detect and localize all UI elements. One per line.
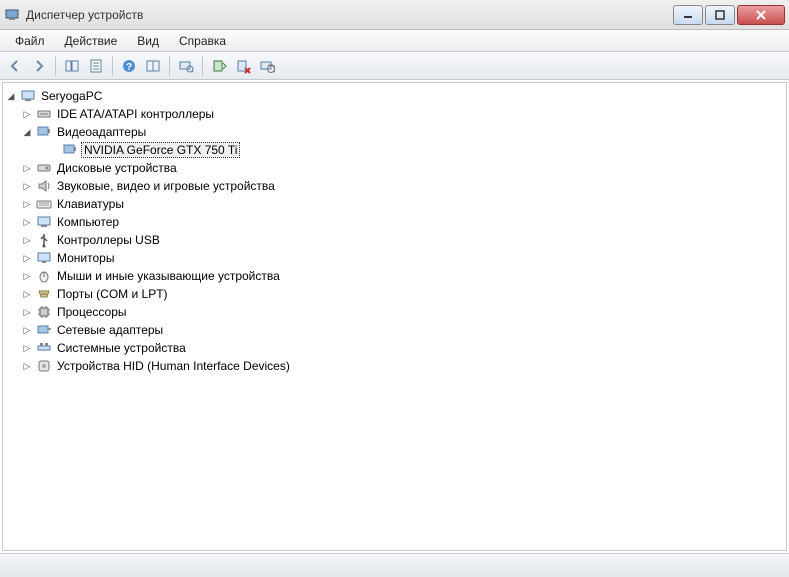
display-adapter-icon: [62, 142, 78, 158]
titlebar: Диспетчер устройств: [0, 0, 789, 30]
collapse-icon[interactable]: ◢: [21, 127, 33, 138]
toolbar-separator: [202, 56, 203, 76]
expand-icon[interactable]: ▷: [21, 235, 33, 246]
toolbar-separator: [55, 56, 56, 76]
disable-button[interactable]: [256, 55, 278, 77]
action-pane-button[interactable]: [142, 55, 164, 77]
expand-icon[interactable]: ▷: [21, 307, 33, 318]
tree-label: Звуковые, видео и игровые устройства: [55, 179, 277, 193]
tree-label: Клавиатуры: [55, 197, 126, 211]
statusbar: [0, 553, 789, 577]
tree-node-hid[interactable]: ▷ Устройства HID (Human Interface Device…: [3, 357, 786, 375]
tree-label: Контроллеры USB: [55, 233, 162, 247]
svg-text:?: ?: [126, 62, 132, 73]
tree-root-label: SeryogaPC: [39, 89, 104, 103]
tree-node-keyboard[interactable]: ▷ Клавиатуры: [3, 195, 786, 213]
network-adapter-icon: [36, 322, 52, 338]
hid-icon: [36, 358, 52, 374]
app-icon: [4, 7, 20, 23]
tree-label: Дисковые устройства: [55, 161, 179, 175]
tree-label-selected: NVIDIA GeForce GTX 750 Ti: [81, 142, 240, 158]
display-adapter-icon: [36, 124, 52, 140]
tree-label: Процессоры: [55, 305, 129, 319]
window-title: Диспетчер устройств: [26, 8, 671, 22]
menu-view[interactable]: Вид: [128, 32, 168, 50]
computer-icon: [20, 88, 36, 104]
toolbar: ?: [0, 52, 789, 80]
tree-node-usb[interactable]: ▷ Контроллеры USB: [3, 231, 786, 249]
disk-drive-icon: [36, 160, 52, 176]
menubar: Файл Действие Вид Справка: [0, 30, 789, 52]
computer-icon: [36, 214, 52, 230]
expand-icon[interactable]: ▷: [21, 217, 33, 228]
tree-label: Компьютер: [55, 215, 121, 229]
usb-icon: [36, 232, 52, 248]
forward-button[interactable]: [28, 55, 50, 77]
port-icon: [36, 286, 52, 302]
ide-controller-icon: [36, 106, 52, 122]
update-driver-button[interactable]: [208, 55, 230, 77]
tree-node-ide[interactable]: ▷ IDE ATA/ATAPI контроллеры: [3, 105, 786, 123]
properties-button[interactable]: [85, 55, 107, 77]
tree-label: Устройства HID (Human Interface Devices): [55, 359, 292, 373]
expand-icon[interactable]: ▷: [21, 289, 33, 300]
device-tree[interactable]: ◢ SeryogaPC ▷ IDE ATA/ATAPI контроллеры …: [2, 82, 787, 551]
menu-help[interactable]: Справка: [170, 32, 235, 50]
mouse-icon: [36, 268, 52, 284]
content-area: ◢ SeryogaPC ▷ IDE ATA/ATAPI контроллеры …: [0, 80, 789, 553]
processor-icon: [36, 304, 52, 320]
collapse-icon[interactable]: ◢: [5, 91, 17, 102]
tree-node-computer[interactable]: ▷ Компьютер: [3, 213, 786, 231]
tree-label: Системные устройства: [55, 341, 188, 355]
scan-hardware-button[interactable]: [175, 55, 197, 77]
window-controls: [671, 5, 785, 25]
tree-node-ports[interactable]: ▷ Порты (COM и LPT): [3, 285, 786, 303]
close-button[interactable]: [737, 5, 785, 25]
expand-icon[interactable]: ▷: [21, 199, 33, 210]
show-hide-tree-button[interactable]: [61, 55, 83, 77]
toolbar-separator: [169, 56, 170, 76]
sound-icon: [36, 178, 52, 194]
tree-label: Порты (COM и LPT): [55, 287, 170, 301]
tree-label: Сетевые адаптеры: [55, 323, 165, 337]
tree-node-video[interactable]: ◢ Видеоадаптеры: [3, 123, 786, 141]
tree-node-cpu[interactable]: ▷ Процессоры: [3, 303, 786, 321]
toolbar-separator: [112, 56, 113, 76]
expand-icon[interactable]: ▷: [21, 181, 33, 192]
help-button[interactable]: ?: [118, 55, 140, 77]
tree-node-monitor[interactable]: ▷ Мониторы: [3, 249, 786, 267]
expand-icon[interactable]: ▷: [21, 361, 33, 372]
back-button[interactable]: [4, 55, 26, 77]
tree-label: Мониторы: [55, 251, 116, 265]
tree-node-network[interactable]: ▷ Сетевые адаптеры: [3, 321, 786, 339]
tree-label: Видеоадаптеры: [55, 125, 148, 139]
minimize-button[interactable]: [673, 5, 703, 25]
expand-icon[interactable]: ▷: [21, 163, 33, 174]
tree-node-sound[interactable]: ▷ Звуковые, видео и игровые устройства: [3, 177, 786, 195]
tree-node-mouse[interactable]: ▷ Мыши и иные указывающие устройства: [3, 267, 786, 285]
menu-file[interactable]: Файл: [6, 32, 54, 50]
tree-root-node[interactable]: ◢ SeryogaPC: [3, 87, 786, 105]
expand-icon[interactable]: ▷: [21, 325, 33, 336]
tree-node-system[interactable]: ▷ Системные устройства: [3, 339, 786, 357]
tree-label: IDE ATA/ATAPI контроллеры: [55, 107, 216, 121]
system-device-icon: [36, 340, 52, 356]
uninstall-button[interactable]: [232, 55, 254, 77]
tree-label: Мыши и иные указывающие устройства: [55, 269, 282, 283]
tree-node-gpu[interactable]: NVIDIA GeForce GTX 750 Ti: [3, 141, 786, 159]
menu-action[interactable]: Действие: [56, 32, 127, 50]
maximize-button[interactable]: [705, 5, 735, 25]
monitor-icon: [36, 250, 52, 266]
expand-icon[interactable]: ▷: [21, 109, 33, 120]
expand-icon[interactable]: ▷: [21, 253, 33, 264]
expand-icon[interactable]: ▷: [21, 271, 33, 282]
tree-node-disk[interactable]: ▷ Дисковые устройства: [3, 159, 786, 177]
keyboard-icon: [36, 196, 52, 212]
expand-icon[interactable]: ▷: [21, 343, 33, 354]
